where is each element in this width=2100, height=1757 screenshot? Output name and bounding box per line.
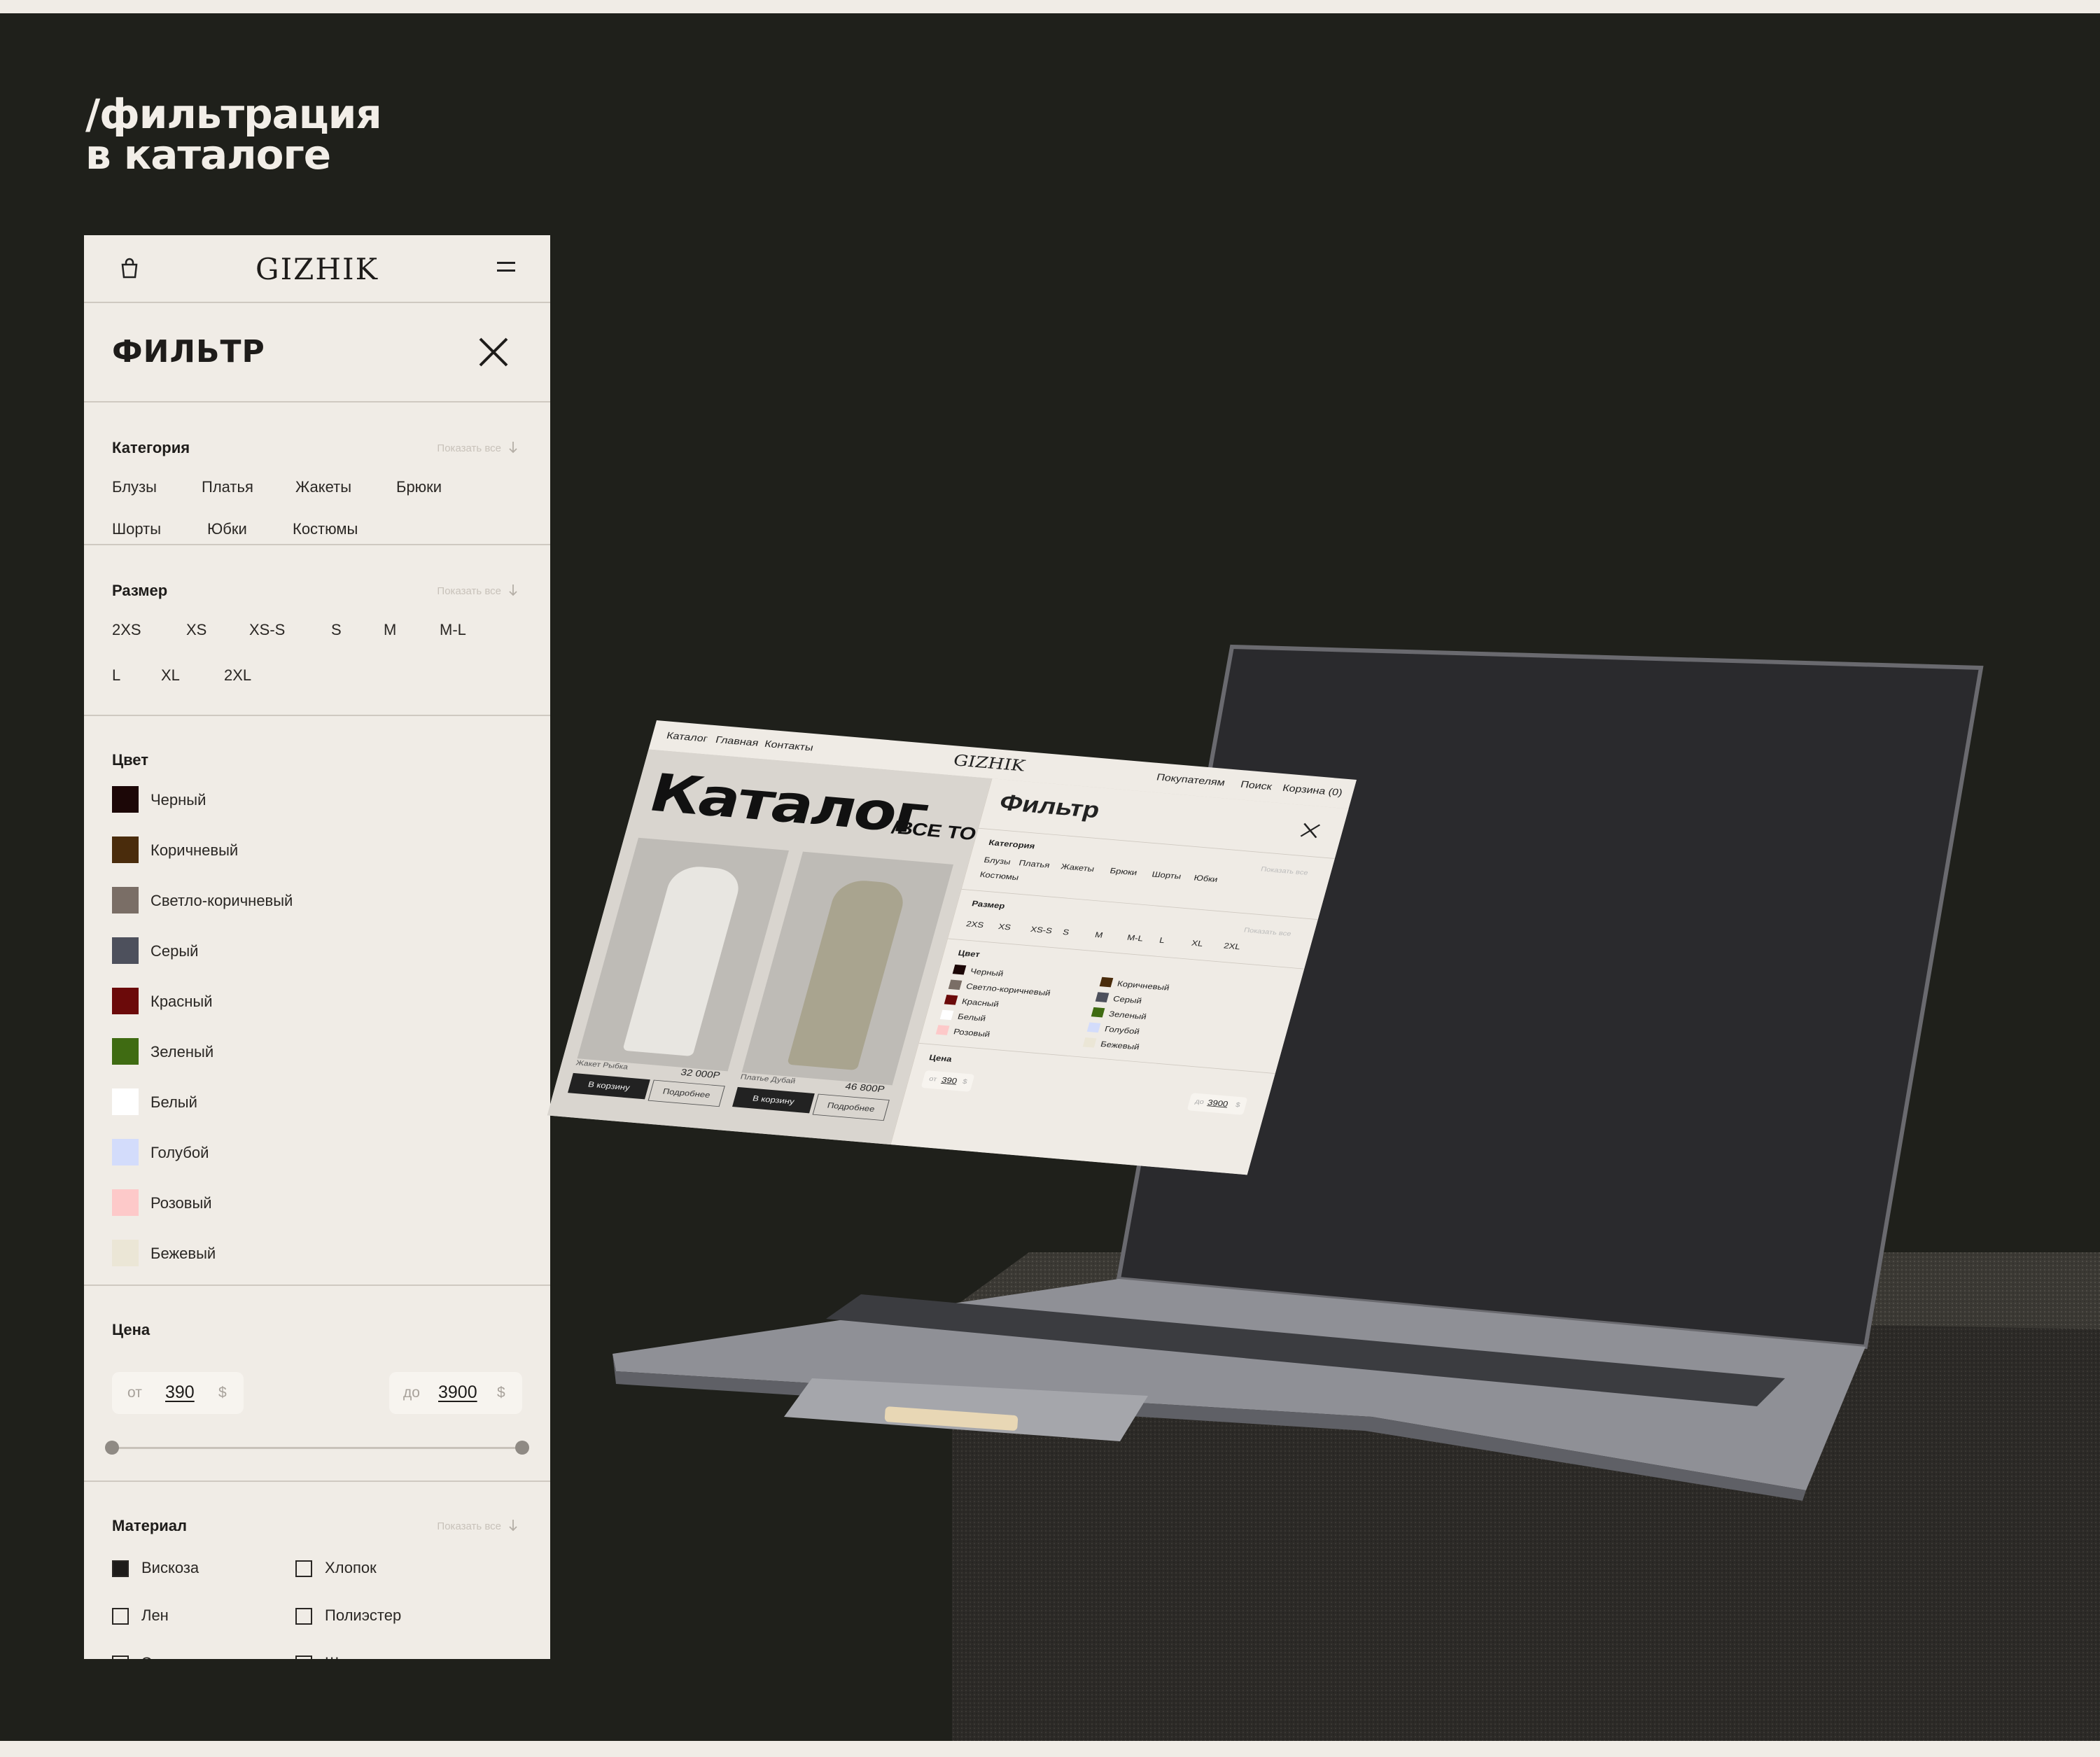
laptop-category-chip[interactable]: Костюмы bbox=[979, 870, 1020, 882]
laptop-color-label[interactable]: Красный bbox=[961, 997, 1000, 1009]
laptop-color-swatch[interactable] bbox=[1091, 1007, 1105, 1018]
laptop-color-label[interactable]: Зеленый bbox=[1108, 1009, 1148, 1021]
laptop-color-swatch[interactable] bbox=[1099, 976, 1114, 988]
laptop-price-currency: $ bbox=[961, 1078, 968, 1086]
laptop-size-chip[interactable]: L bbox=[1158, 936, 1166, 945]
laptop-color-label[interactable]: Светло-коричневый bbox=[965, 981, 1052, 997]
laptop-size-chip[interactable]: 2XL bbox=[1223, 941, 1242, 951]
laptop-size-title: Размер bbox=[970, 899, 1007, 911]
laptop-color-swatch[interactable] bbox=[948, 979, 962, 990]
laptop-category-title: Категория bbox=[988, 837, 1037, 850]
laptop-category-chip[interactable]: Шорты bbox=[1151, 869, 1182, 881]
nav-link[interactable]: Поиск bbox=[1239, 780, 1273, 793]
laptop-color-swatch[interactable] bbox=[944, 995, 958, 1005]
model-figure bbox=[787, 878, 909, 1071]
laptop-show-all[interactable]: Показать все bbox=[1260, 866, 1309, 877]
nav-link[interactable]: Каталог bbox=[665, 731, 708, 745]
model-figure bbox=[622, 864, 744, 1057]
laptop-color-label[interactable]: Розовый bbox=[953, 1027, 991, 1039]
laptop-size-chip[interactable]: 2XS bbox=[965, 919, 985, 930]
presentation-stage: /фильтрация в каталоге GIZHIK ФИЛЬТР Кат… bbox=[0, 13, 2100, 1741]
laptop-price-to-field[interactable]: до 3900 $ bbox=[1186, 1093, 1248, 1115]
close-icon[interactable] bbox=[1298, 822, 1322, 840]
laptop-color-swatch[interactable] bbox=[939, 1009, 954, 1021]
laptop-price-to-prefix: до bbox=[1194, 1098, 1205, 1106]
laptop-color-swatch[interactable] bbox=[1086, 1022, 1101, 1033]
laptop-color-label[interactable]: Серый bbox=[1112, 994, 1143, 1005]
laptop-price-from-value[interactable]: 390 bbox=[941, 1075, 958, 1085]
laptop-size-chip[interactable]: M-L bbox=[1126, 933, 1144, 943]
divider bbox=[961, 888, 1319, 920]
laptop-screen: Каталог Главная Контакты GIZHIK Покупате… bbox=[547, 720, 1357, 1175]
laptop-filter-title: Фильтр bbox=[996, 790, 1103, 823]
laptop-show-all[interactable]: Показать все bbox=[1243, 927, 1292, 938]
laptop-category-chip[interactable]: Блузы bbox=[983, 855, 1011, 867]
nav-link[interactable]: Покупателям bbox=[1155, 772, 1226, 788]
laptop-color-title: Цвет bbox=[957, 948, 981, 959]
laptop-size-chip[interactable]: XS-S bbox=[1030, 925, 1054, 935]
add-to-cart-button[interactable]: В корзину bbox=[568, 1072, 650, 1100]
laptop-size-chip[interactable]: S bbox=[1062, 927, 1070, 937]
laptop-color-swatch[interactable] bbox=[952, 964, 967, 975]
laptop-logo[interactable]: GIZHIK bbox=[951, 752, 1027, 776]
divider bbox=[948, 938, 1306, 969]
laptop-size-chip[interactable]: M bbox=[1094, 930, 1104, 939]
laptop-size-chip[interactable]: XS bbox=[997, 922, 1012, 932]
laptop-color-label[interactable]: Бежевый bbox=[1100, 1040, 1141, 1051]
add-to-cart-button[interactable]: В корзину bbox=[732, 1086, 815, 1114]
laptop-price-currency: $ bbox=[1234, 1101, 1241, 1109]
laptop-color-swatch[interactable] bbox=[935, 1025, 950, 1035]
details-button[interactable]: Подробнее bbox=[648, 1079, 725, 1107]
laptop-color-label[interactable]: Черный bbox=[969, 967, 1004, 978]
laptop-color-label[interactable]: Голубой bbox=[1104, 1024, 1141, 1036]
cart-link[interactable]: Корзина (0) bbox=[1281, 783, 1343, 799]
nav-link[interactable]: Главная bbox=[714, 735, 760, 749]
details-button[interactable]: Подробнее bbox=[812, 1093, 890, 1121]
laptop-category-chip[interactable]: Платья bbox=[1018, 858, 1051, 869]
laptop-price-to-value[interactable]: 3900 bbox=[1207, 1098, 1229, 1108]
laptop-size-chip[interactable]: XL bbox=[1191, 939, 1204, 948]
laptop-color-swatch[interactable] bbox=[1095, 992, 1110, 1002]
nav-link[interactable]: Контакты bbox=[763, 739, 814, 754]
laptop-color-swatch[interactable] bbox=[1082, 1037, 1097, 1048]
laptop-category-chip[interactable]: Брюки bbox=[1109, 866, 1138, 877]
laptop-price-title: Цена bbox=[927, 1053, 953, 1064]
laptop-category-chip[interactable]: Жакеты bbox=[1060, 862, 1096, 873]
laptop-price-from-field[interactable]: от 390 $ bbox=[920, 1070, 975, 1092]
laptop-category-chip[interactable]: Юбки bbox=[1193, 873, 1219, 883]
laptop-price-from-prefix: от bbox=[927, 1075, 938, 1084]
divider bbox=[918, 1042, 1276, 1074]
laptop-color-label[interactable]: Белый bbox=[957, 1011, 987, 1023]
laptop-color-label[interactable]: Коричневый bbox=[1116, 979, 1170, 993]
